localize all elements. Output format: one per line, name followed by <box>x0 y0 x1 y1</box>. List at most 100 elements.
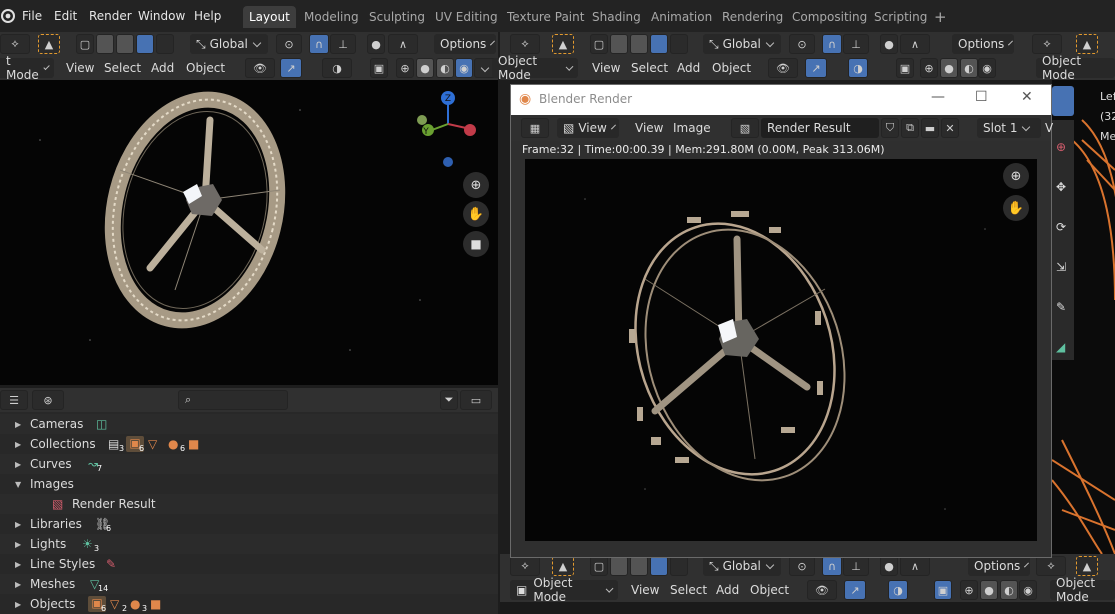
snap-target-icon[interactable]: ⊥ <box>330 34 356 54</box>
options-dropdown[interactable]: Options <box>434 34 496 54</box>
shading-rendered-icon[interactable]: ◉ <box>978 58 996 78</box>
proportional-edit-icon[interactable]: ● <box>367 34 385 54</box>
shading-rendered-icon[interactable]: ◉ <box>1019 580 1037 600</box>
shading-wire-icon[interactable]: ⊕ <box>960 580 978 600</box>
rotate-tool-icon[interactable]: ⟳ <box>1056 220 1066 234</box>
overlay-icon[interactable]: ◑ <box>848 58 868 78</box>
minimize-button[interactable]: — <box>931 89 945 105</box>
transform-orientation-dropdown[interactable]: ⤡ Global <box>703 556 781 576</box>
display-mode-icon[interactable]: ⊛ <box>32 390 64 410</box>
mode-dropdown[interactable]: ▣ Object Mode <box>510 576 618 604</box>
select-tool-icon[interactable]: ▲ <box>552 34 574 54</box>
editor-type-icon-2[interactable]: ⟡ <box>1036 556 1066 576</box>
overlay-icon[interactable]: ◑ <box>322 58 352 78</box>
image-browse-icon[interactable]: ▧ <box>731 118 759 138</box>
outliner-editor-type-icon[interactable]: ☰ <box>0 390 28 410</box>
move-tool-icon[interactable]: ✥ <box>1056 180 1066 194</box>
list-item[interactable]: ▧ Render Result <box>0 494 498 514</box>
tab-modeling[interactable]: Modeling <box>298 6 365 28</box>
open-folder-icon[interactable]: ▬ <box>921 118 939 138</box>
visibility-icon[interactable]: 👁 <box>245 58 275 78</box>
tab-animation[interactable]: Animation <box>645 6 718 28</box>
select-intersect-icon[interactable] <box>156 34 174 54</box>
right-viewport[interactable]: Lef (32 Me ⊕ ✥ ⟳ ⇲ ✎ ◢ <box>1052 80 1115 554</box>
pan-hand-icon[interactable]: ✋ <box>1003 195 1029 221</box>
xray-icon[interactable]: ▣ <box>934 580 952 600</box>
snap-toggle-icon[interactable]: ∩ <box>309 34 329 54</box>
pivot-point-icon[interactable]: ⊙ <box>789 34 815 54</box>
menu-edit[interactable]: Edit <box>54 0 77 32</box>
proportional-edit-icon[interactable]: ● <box>880 34 898 54</box>
select-new-icon[interactable]: ▢ <box>590 34 608 54</box>
list-item[interactable]: ▶ Objects ▣ 6 ▽ 2 ● 3 ■ <box>0 594 498 614</box>
visibility-icon[interactable]: 👁 <box>768 58 798 78</box>
maximize-button[interactable]: ☐ <box>975 89 988 105</box>
select-extend-icon[interactable] <box>96 34 114 54</box>
annotate-tool-icon[interactable]: ✎ <box>1056 300 1066 314</box>
menu-file[interactable]: File <box>22 0 42 32</box>
zoom-icon[interactable]: ⊕ <box>1003 163 1029 189</box>
snap-target-icon[interactable]: ⊥ <box>843 556 869 576</box>
options-dropdown[interactable]: Options <box>952 34 1014 54</box>
menu-select[interactable]: Select <box>631 58 668 78</box>
mode-dropdown-2[interactable]: Object Mode <box>1050 576 1115 604</box>
list-item[interactable]: ▶ Lights ☀ 3 <box>0 534 498 554</box>
xray-icon[interactable]: ▣ <box>896 58 914 78</box>
snap-toggle-icon[interactable]: ∩ <box>822 556 842 576</box>
new-image-icon[interactable]: ⧉ <box>901 118 919 138</box>
select-extend-icon[interactable] <box>610 556 628 576</box>
gizmo-toggle-icon[interactable]: ↗ <box>805 58 827 78</box>
render-result-canvas[interactable]: ⊕ ✋ <box>525 159 1037 541</box>
list-item[interactable]: ▼ Images <box>0 474 498 494</box>
outliner-search-input[interactable]: ⌕ <box>178 390 288 410</box>
select-tool-icon-2[interactable]: ▲ <box>1076 34 1098 54</box>
select-new-icon[interactable]: ▢ <box>76 34 94 54</box>
mode-dropdown[interactable]: t Mode <box>0 54 54 82</box>
close-button[interactable]: ✕ <box>1021 89 1033 105</box>
shading-solid-icon[interactable]: ● <box>940 58 958 78</box>
shading-wire-icon[interactable]: ⊕ <box>396 58 414 78</box>
measure-tool-icon[interactable]: ◢ <box>1056 340 1065 354</box>
cursor-tool-icon[interactable]: ⊕ <box>1056 140 1066 154</box>
editor-type-icon[interactable]: ⟡ <box>510 34 540 54</box>
select-tool-icon-2[interactable]: ▲ <box>1076 556 1098 576</box>
menu-object[interactable]: Object <box>750 580 789 600</box>
camera-view-icon[interactable]: ■ <box>463 231 489 257</box>
editor-type-icon[interactable]: ▦ <box>521 118 549 138</box>
menu-object[interactable]: Object <box>712 58 751 78</box>
slot-dropdown[interactable]: Slot 1 <box>977 118 1041 138</box>
shading-rendered-icon[interactable]: ◉ <box>455 58 473 78</box>
editor-type-icon-2[interactable]: ⟡ <box>1032 34 1062 54</box>
falloff-icon[interactable]: ∧ <box>388 34 418 54</box>
shading-solid-icon[interactable]: ● <box>980 580 998 600</box>
pivot-point-icon[interactable]: ⊙ <box>789 556 815 576</box>
navigation-gizmo[interactable]: Z Y <box>410 90 482 170</box>
blender-logo-icon[interactable] <box>0 8 16 24</box>
tab-compositing[interactable]: Compositing <box>786 6 873 28</box>
list-item[interactable]: ▶ Libraries ⛓ 6 <box>0 514 498 534</box>
tab-uv-editing[interactable]: UV Editing <box>429 6 504 28</box>
transform-orientation-dropdown[interactable]: ⤡ Global <box>190 34 268 54</box>
editor-type-icon[interactable]: ⟡ <box>0 34 30 54</box>
snap-target-icon[interactable]: ⊥ <box>843 34 869 54</box>
proportional-edit-icon[interactable]: ● <box>880 556 898 576</box>
new-collection-icon[interactable]: ▭ <box>460 390 492 410</box>
filter-icon[interactable]: ⏷ <box>440 390 458 410</box>
shading-material-icon[interactable]: ◐ <box>960 58 978 78</box>
pan-hand-icon[interactable]: ✋ <box>463 201 489 227</box>
shading-solid-icon[interactable]: ● <box>416 58 434 78</box>
menu-view[interactable]: View <box>635 118 663 138</box>
shading-material-icon[interactable]: ◐ <box>1000 580 1018 600</box>
shading-material-icon[interactable]: ◐ <box>436 58 454 78</box>
select-subtract-icon[interactable] <box>116 34 134 54</box>
transform-orientation-dropdown[interactable]: ⤡ Global <box>703 34 781 54</box>
menu-window[interactable]: Window <box>138 0 185 32</box>
tab-layout[interactable]: Layout <box>243 6 296 28</box>
tab-sculpting[interactable]: Sculpting <box>363 6 431 28</box>
render-window-titlebar[interactable]: ◉ Blender Render — ☐ ✕ <box>511 85 1051 115</box>
tab-texture-paint[interactable]: Texture Paint <box>501 6 590 28</box>
visibility-icon[interactable]: 👁 <box>807 580 837 600</box>
mode-dropdown[interactable]: Object Mode <box>492 54 578 82</box>
menu-render[interactable]: Render <box>89 0 132 32</box>
menu-select[interactable]: Select <box>104 58 141 78</box>
